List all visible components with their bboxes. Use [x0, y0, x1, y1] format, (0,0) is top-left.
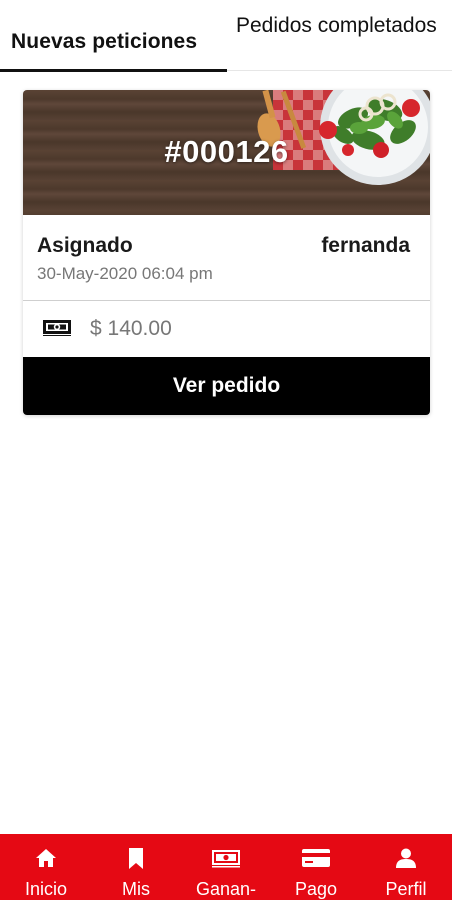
tab-new-requests-label: Nuevas peticiones [11, 30, 198, 53]
order-datetime: 30-May-2020 06:04 pm [37, 264, 213, 283]
nav-item-inicio[interactable]: Inicio [1, 834, 91, 900]
order-number: #000126 [164, 134, 289, 169]
tab-new-requests[interactable]: Nuevas peticiones [0, 0, 227, 72]
bottom-navigation: Inicio Mis Ganan- Pago Perfil [0, 834, 452, 900]
order-amount: $ 140.00 [90, 317, 172, 340]
bookmark-icon [128, 848, 144, 875]
tab-divider-line [227, 70, 452, 71]
nav-item-label: Perfil [385, 879, 427, 899]
nav-item-label: Mis [122, 879, 150, 899]
nav-item-label: Pago [294, 879, 338, 899]
cash-icon [212, 848, 240, 873]
nav-item-perfil[interactable]: Perfil [361, 834, 451, 900]
order-card[interactable]: #000126 Asignado fernanda 30-May-2020 06… [23, 90, 430, 415]
nav-item-ganancias[interactable]: Ganan- [181, 834, 271, 900]
tab-completed-orders[interactable]: Pedidos completados [227, 0, 452, 72]
order-info: Asignado fernanda 30-May-2020 06:04 pm [23, 215, 430, 300]
order-amount-row: $ 140.00 [23, 301, 430, 357]
tab-bar: Nuevas peticiones Pedidos completados [0, 0, 452, 72]
nav-item-mis[interactable]: Mis [91, 834, 181, 900]
tab-completed-orders-label: Pedidos completados [236, 14, 437, 37]
order-status: Asignado [37, 234, 133, 257]
nav-item-label: Inicio [24, 879, 68, 899]
order-banner-image: #000126 [23, 90, 430, 215]
nav-item-label: Ganan- [195, 879, 257, 899]
tab-active-indicator [0, 69, 227, 72]
nav-item-pago[interactable]: Pago [271, 834, 361, 900]
view-order-button[interactable]: Ver pedido [23, 357, 430, 415]
cash-icon [43, 318, 71, 336]
card-icon [302, 848, 330, 873]
person-icon [396, 848, 416, 873]
customer-name: fernanda [321, 234, 410, 257]
home-icon [35, 848, 57, 873]
